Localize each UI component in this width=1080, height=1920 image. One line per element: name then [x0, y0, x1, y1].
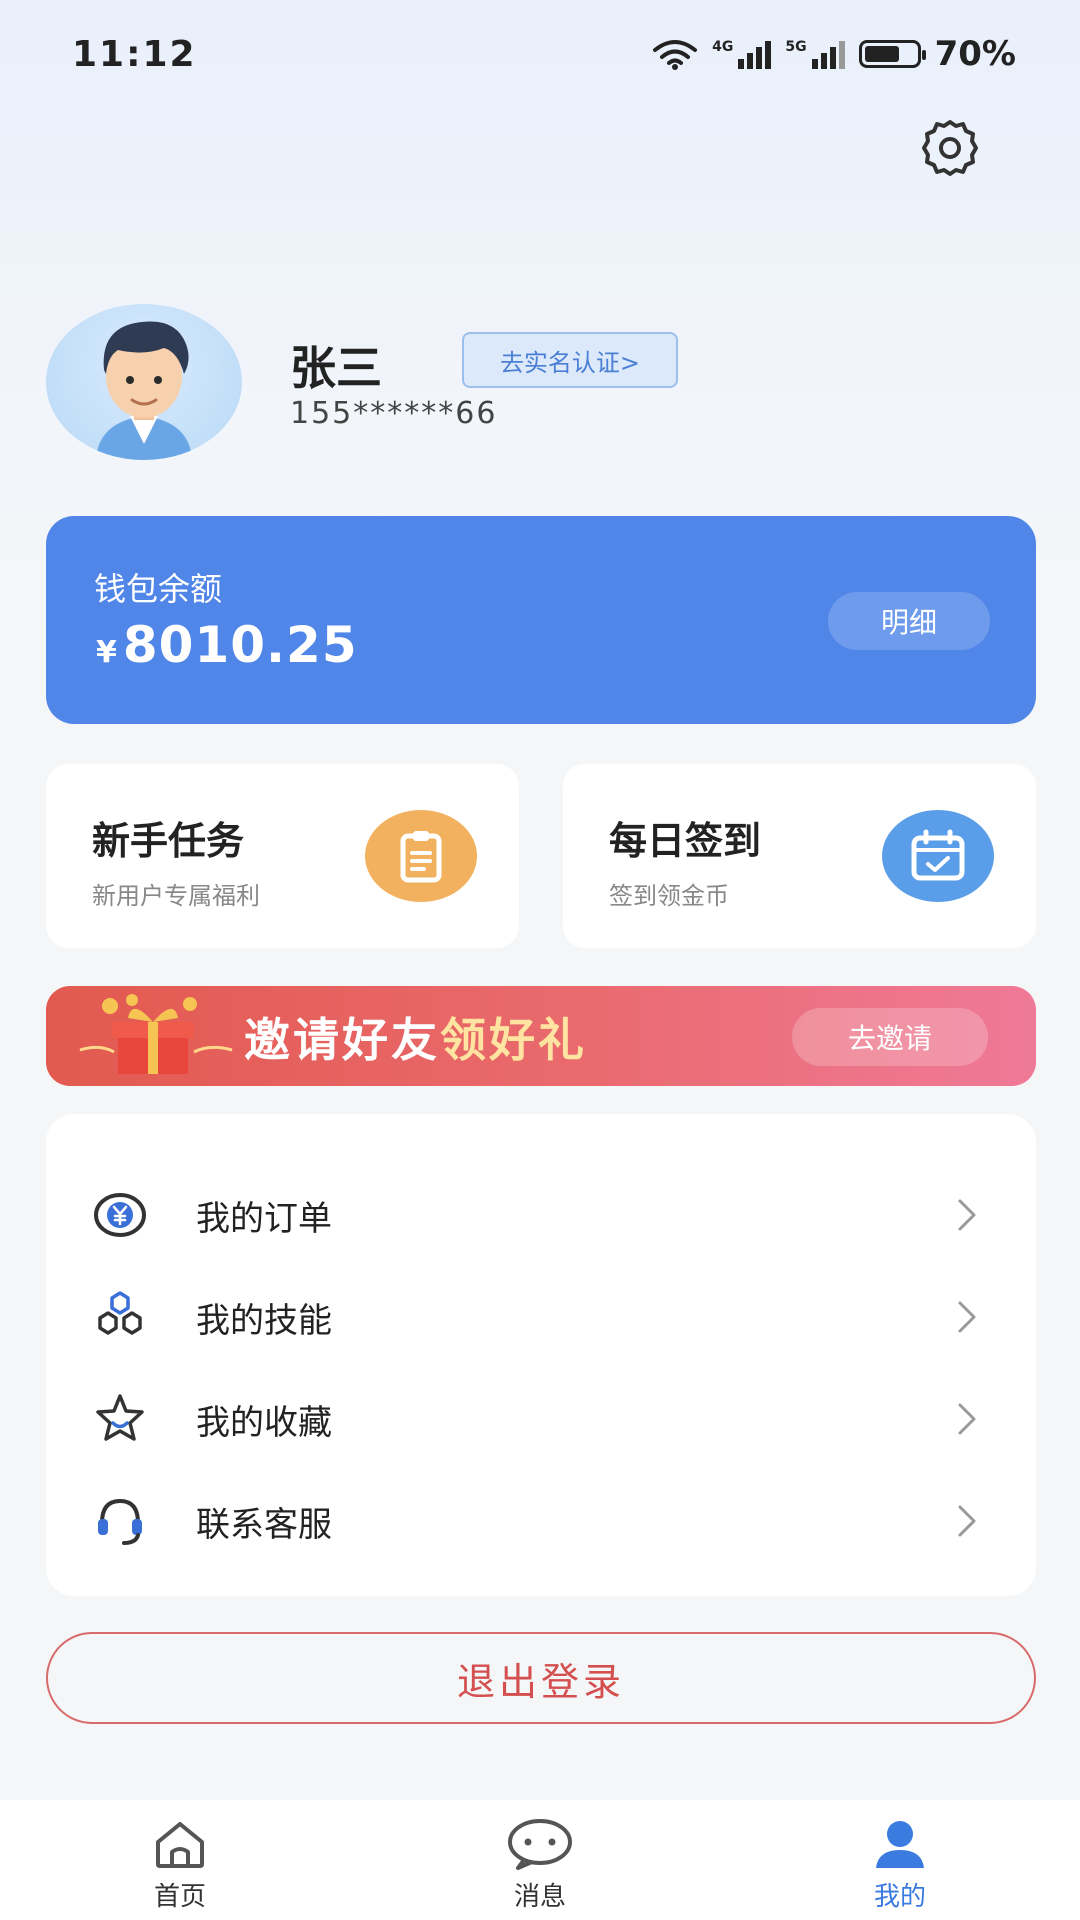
menu-list: 我的订单 我的技能 我的收藏 联系客服 — [46, 1114, 1036, 1596]
gear-icon[interactable] — [918, 116, 982, 180]
yen-coin-icon — [92, 1187, 148, 1243]
home-icon — [145, 1816, 215, 1872]
wifi-icon — [653, 40, 698, 70]
chevron-right-icon — [958, 1301, 976, 1333]
wallet-label: 钱包余额 — [94, 570, 223, 608]
menu-label: 我的技能 — [196, 1300, 332, 1341]
menu-item-favorites[interactable]: 我的收藏 — [46, 1368, 1036, 1470]
calendar-check-icon — [882, 810, 994, 902]
battery-percent: 70% — [934, 34, 1016, 74]
signal-4g-label: 4G — [712, 39, 734, 55]
status-icons: 4G 5G 70% — [652, 34, 1016, 74]
card-subtitle: 新用户专属福利 — [92, 882, 260, 910]
newbie-task-card[interactable]: 新手任务 新用户专属福利 — [46, 764, 519, 948]
tab-label: 首页 — [153, 1882, 206, 1912]
menu-item-orders[interactable]: 我的订单 — [46, 1164, 1036, 1266]
menu-item-support[interactable]: 联系客服 — [46, 1470, 1036, 1572]
signal-5g-label: 5G — [785, 39, 807, 55]
menu-label: 我的收藏 — [196, 1402, 332, 1443]
wallet-detail-button[interactable]: 明细 — [828, 592, 990, 650]
gift-box-icon — [79, 994, 233, 1074]
bottom-tab-bar: 首页 消息 我的 — [0, 1800, 1080, 1920]
tab-label: 我的 — [873, 1882, 926, 1912]
verify-identity-button[interactable]: 去实名认证> — [462, 332, 678, 388]
menu-item-skills[interactable]: 我的技能 — [46, 1266, 1036, 1368]
tab-mine[interactable]: 我的 — [720, 1800, 1080, 1920]
status-time: 11:12 — [72, 34, 197, 75]
daily-checkin-card[interactable]: 每日签到 签到领金币 — [563, 764, 1036, 948]
star-icon — [92, 1391, 148, 1447]
chevron-right-icon — [958, 1505, 976, 1537]
clipboard-icon — [365, 810, 477, 902]
currency-symbol: ¥ — [96, 635, 117, 670]
menu-label: 联系客服 — [196, 1504, 332, 1545]
avatar[interactable] — [46, 304, 242, 460]
card-subtitle: 签到领金币 — [609, 882, 729, 910]
hexagons-icon — [92, 1289, 148, 1345]
tab-label: 消息 — [513, 1882, 566, 1912]
wallet-amount: 8010.25 — [122, 616, 358, 674]
chat-bubble-icon — [505, 1816, 575, 1872]
card-title: 新手任务 — [92, 819, 245, 863]
user-phone: 155******66 — [290, 396, 498, 431]
signal-5g-icon: 5G — [785, 39, 845, 69]
chevron-right-icon — [958, 1199, 976, 1231]
person-icon — [865, 1816, 935, 1872]
invite-banner[interactable]: 邀请好友领好礼 去邀请 — [46, 986, 1036, 1086]
invite-title-accent: 领好礼 — [440, 1013, 587, 1067]
invite-title: 邀请好友领好礼 — [244, 1004, 587, 1070]
tab-messages[interactable]: 消息 — [360, 1800, 720, 1920]
tab-home[interactable]: 首页 — [0, 1800, 360, 1920]
invite-title-main: 邀请好友 — [244, 1013, 440, 1067]
menu-label: 我的订单 — [196, 1198, 332, 1239]
logout-button[interactable]: 退出登录 — [46, 1632, 1036, 1724]
invite-button[interactable]: 去邀请 — [792, 1008, 988, 1066]
signal-4g-icon: 4G — [712, 39, 772, 69]
chevron-right-icon — [958, 1403, 976, 1435]
headset-icon — [92, 1493, 148, 1549]
wallet-balance: ¥ 8010.25 — [96, 616, 358, 674]
battery-icon — [858, 40, 926, 68]
card-title: 每日签到 — [609, 819, 762, 863]
user-name: 张三 — [290, 341, 382, 395]
wallet-card[interactable]: 钱包余额 ¥ 8010.25 明细 — [46, 516, 1036, 724]
